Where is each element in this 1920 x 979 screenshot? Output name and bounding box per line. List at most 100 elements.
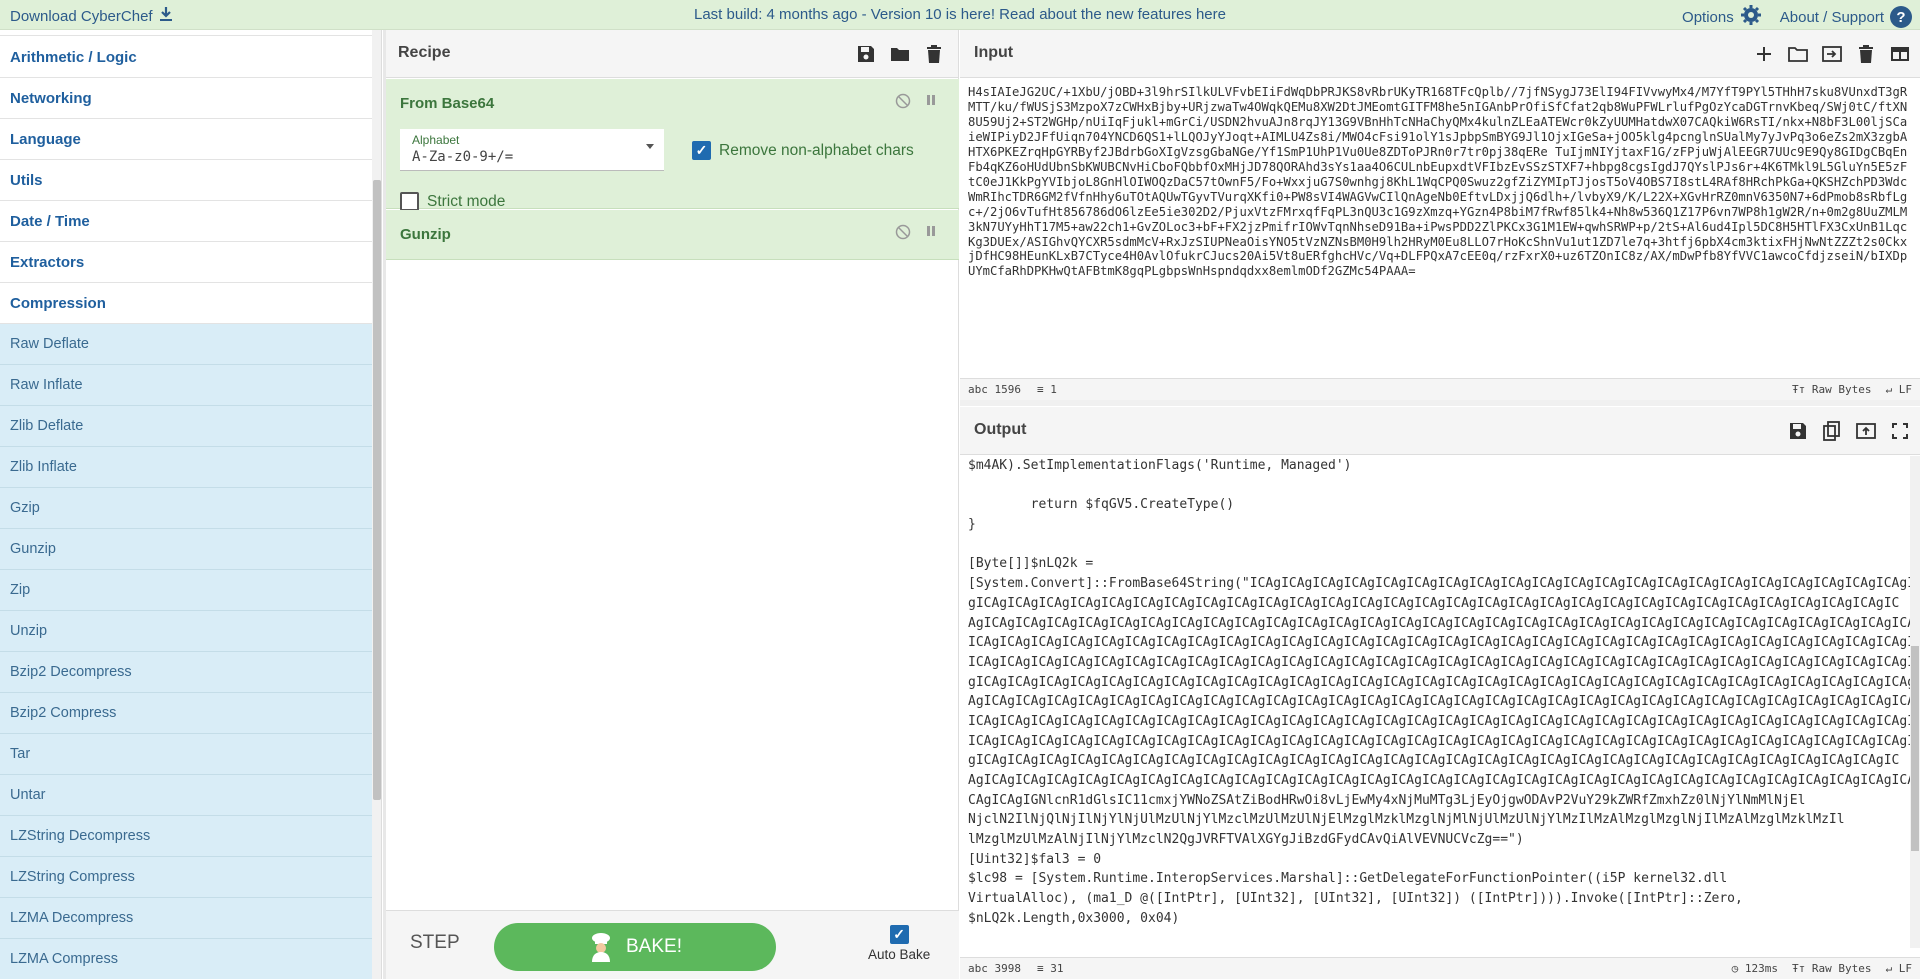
category-compression[interactable]: Compression bbox=[0, 283, 372, 324]
disable-icon[interactable] bbox=[895, 93, 911, 114]
recipe-title: Recipe bbox=[398, 44, 451, 61]
recipe-op-gunzip[interactable]: Gunzip bbox=[386, 210, 959, 260]
input-eol-label[interactable]: LF bbox=[1899, 383, 1912, 396]
pause-icon[interactable] bbox=[925, 93, 937, 114]
layout-icon[interactable] bbox=[1888, 42, 1912, 66]
maximise-icon[interactable] bbox=[1888, 419, 1912, 443]
output-textarea[interactable]: $m4AK).SetImplementationFlags('Runtime, … bbox=[960, 456, 1920, 948]
gear-icon[interactable] bbox=[1740, 4, 1762, 30]
operation-raw-deflate[interactable]: Raw Deflate bbox=[0, 324, 372, 365]
open-file-icon[interactable] bbox=[1820, 42, 1844, 66]
alphabet-label: Alphabet bbox=[412, 133, 460, 147]
check-icon[interactable]: ✓ bbox=[692, 141, 711, 160]
load-recipe-icon[interactable] bbox=[888, 42, 912, 66]
category-arithmetic-logic[interactable]: Arithmetic / Logic bbox=[0, 37, 372, 78]
category-networking[interactable]: Networking bbox=[0, 78, 372, 119]
operation-lzma-decompress[interactable]: LZMA Decompress bbox=[0, 898, 372, 939]
chef-icon bbox=[588, 932, 614, 962]
io-resize-handle[interactable] bbox=[960, 400, 1920, 406]
io-panel: Input H4sIAIeJG2UC/+1XbU/jOBD+3l9hrSIlkU… bbox=[960, 30, 1920, 979]
remove-nonalpha-checkbox[interactable]: ✓ Remove non-alphabet chars bbox=[692, 141, 914, 160]
output-encoding[interactable]: Ŧт Raw Bytes bbox=[1792, 962, 1871, 975]
category-extractors[interactable]: Extractors bbox=[0, 242, 372, 283]
category-language[interactable]: Language bbox=[0, 119, 372, 160]
disable-icon[interactable] bbox=[895, 224, 911, 245]
output-line: CAgICAgIGNlcnR1dGlsIC11cmxjYWNoZSAtZiBod… bbox=[968, 792, 1806, 808]
pause-icon[interactable] bbox=[925, 224, 937, 245]
operation-zlib-inflate[interactable]: Zlib Inflate bbox=[0, 447, 372, 488]
input-title: Input bbox=[974, 44, 1014, 61]
op-name: From Base64 bbox=[400, 95, 495, 112]
operation-lzstring-compress[interactable]: LZString Compress bbox=[0, 857, 372, 898]
about-support-button[interactable]: About / Support ? bbox=[1780, 6, 1912, 28]
alphabet-value[interactable]: A-Za-z0-9+/= bbox=[412, 149, 513, 165]
download-link[interactable]: Download CyberChef bbox=[10, 6, 173, 26]
output-eol-label[interactable]: LF bbox=[1899, 962, 1912, 975]
recipe-op-from-base64[interactable]: From Base64 Alphabet A-Za-z0-9+/= ✓ Remo… bbox=[386, 79, 959, 211]
help-icon[interactable]: ? bbox=[1890, 6, 1912, 28]
input-eol[interactable]: ↵ LF bbox=[1886, 383, 1913, 396]
operation-zlib-deflate[interactable]: Zlib Deflate bbox=[0, 406, 372, 447]
remove-nonalpha-label[interactable]: Remove non-alphabet chars bbox=[719, 142, 914, 160]
bake-button[interactable]: BAKE! bbox=[494, 923, 776, 971]
auto-bake-label[interactable]: Auto Bake bbox=[868, 947, 930, 962]
input-raw-bytes[interactable]: Raw Bytes bbox=[1812, 383, 1872, 396]
input-textarea[interactable]: H4sIAIeJG2UC/+1XbU/jOBD+3l9hrSIlkULVFvbE… bbox=[960, 79, 1920, 377]
operations-panel: Arithmetic / Logic Networking Language Util… bbox=[0, 30, 382, 979]
output-scrollbar[interactable] bbox=[1910, 456, 1920, 948]
output-line: $m4AK).SetImplementationFlags('Runtime, … bbox=[968, 458, 1352, 473]
build-notice-link[interactable]: Last build: 4 months ago - Version 10 is… bbox=[694, 6, 1226, 23]
operation-raw-inflate[interactable]: Raw Inflate bbox=[0, 365, 372, 406]
operation-tar[interactable]: Tar bbox=[0, 734, 372, 775]
output-line: } bbox=[968, 517, 976, 533]
operations-scrollbar[interactable] bbox=[372, 30, 381, 979]
replace-input-icon[interactable] bbox=[1854, 419, 1878, 443]
save-recipe-icon[interactable] bbox=[854, 42, 878, 66]
save-output-icon[interactable] bbox=[1786, 419, 1810, 443]
output-raw-bytes[interactable]: Raw Bytes bbox=[1812, 962, 1872, 975]
operation-untar[interactable]: Untar bbox=[0, 775, 372, 816]
output-line-count: 31 bbox=[1050, 962, 1064, 975]
bake-label[interactable]: BAKE! bbox=[626, 936, 682, 958]
copy-icon[interactable] bbox=[1820, 419, 1844, 443]
output-line: lMzglMzUlMzAlNjIlNjYlMzclN2QgJVRFTVAlXGY… bbox=[968, 832, 1524, 848]
clear-input-icon[interactable] bbox=[1854, 42, 1878, 66]
auto-bake-checkbox[interactable]: ✓ bbox=[889, 925, 909, 944]
operation-gzip[interactable]: Gzip bbox=[0, 488, 372, 529]
open-folder-icon[interactable] bbox=[1786, 42, 1810, 66]
alphabet-select[interactable]: Alphabet A-Za-z0-9+/= bbox=[400, 129, 664, 171]
strict-mode-checkbox[interactable]: Strict mode bbox=[400, 192, 505, 211]
about-label[interactable]: About / Support bbox=[1780, 9, 1884, 26]
chevron-down-icon[interactable] bbox=[646, 144, 654, 149]
category-date-time[interactable]: Date / Time bbox=[0, 201, 372, 242]
download-icon[interactable] bbox=[159, 6, 173, 26]
bake-time-value: 123ms bbox=[1744, 962, 1779, 975]
check-icon[interactable]: ✓ bbox=[889, 925, 909, 944]
strict-mode-label[interactable]: Strict mode bbox=[427, 193, 505, 211]
step-button[interactable]: STEP bbox=[410, 932, 460, 954]
options-button[interactable]: Options bbox=[1682, 4, 1762, 30]
clear-recipe-icon[interactable] bbox=[922, 42, 946, 66]
output-line: [Byte[]]$nLQ2k = bbox=[968, 556, 1094, 572]
operation-gunzip[interactable]: Gunzip bbox=[0, 529, 372, 570]
bake-bar: STEP BAKE! ✓ Auto Bake bbox=[386, 910, 959, 979]
download-label[interactable]: Download CyberChef bbox=[10, 8, 153, 25]
operation-zip[interactable]: Zip bbox=[0, 570, 372, 611]
operation-lzma-compress[interactable]: LZMA Compress bbox=[0, 939, 372, 979]
operation-bzip2-decompress[interactable]: Bzip2 Decompress bbox=[0, 652, 372, 693]
operation-unzip[interactable]: Unzip bbox=[0, 611, 372, 652]
options-label[interactable]: Options bbox=[1682, 9, 1734, 26]
auto-bake-toggle[interactable]: ✓ Auto Bake bbox=[868, 925, 930, 962]
category-utils[interactable]: Utils bbox=[0, 160, 372, 201]
input-encoding[interactable]: Ŧт Raw Bytes bbox=[1792, 383, 1871, 396]
input-statusbar: abc 1596 ≡ 1 Ŧт Raw Bytes ↵ LF bbox=[960, 378, 1920, 400]
operation-bzip2-compress[interactable]: Bzip2 Compress bbox=[0, 693, 372, 734]
output-line: gICAgICAgICAgICAgICAgICAgICAgICAgICAgICA… bbox=[968, 595, 1900, 611]
output-line: ICAgICAgICAgICAgICAgICAgICAgICAgICAgICAg… bbox=[968, 713, 1920, 729]
operation-lzstring-decompress[interactable]: LZString Decompress bbox=[0, 816, 372, 857]
unchecked-box-icon[interactable] bbox=[400, 192, 419, 211]
add-tab-icon[interactable] bbox=[1752, 42, 1776, 66]
output-eol[interactable]: ↵ LF bbox=[1886, 962, 1913, 975]
